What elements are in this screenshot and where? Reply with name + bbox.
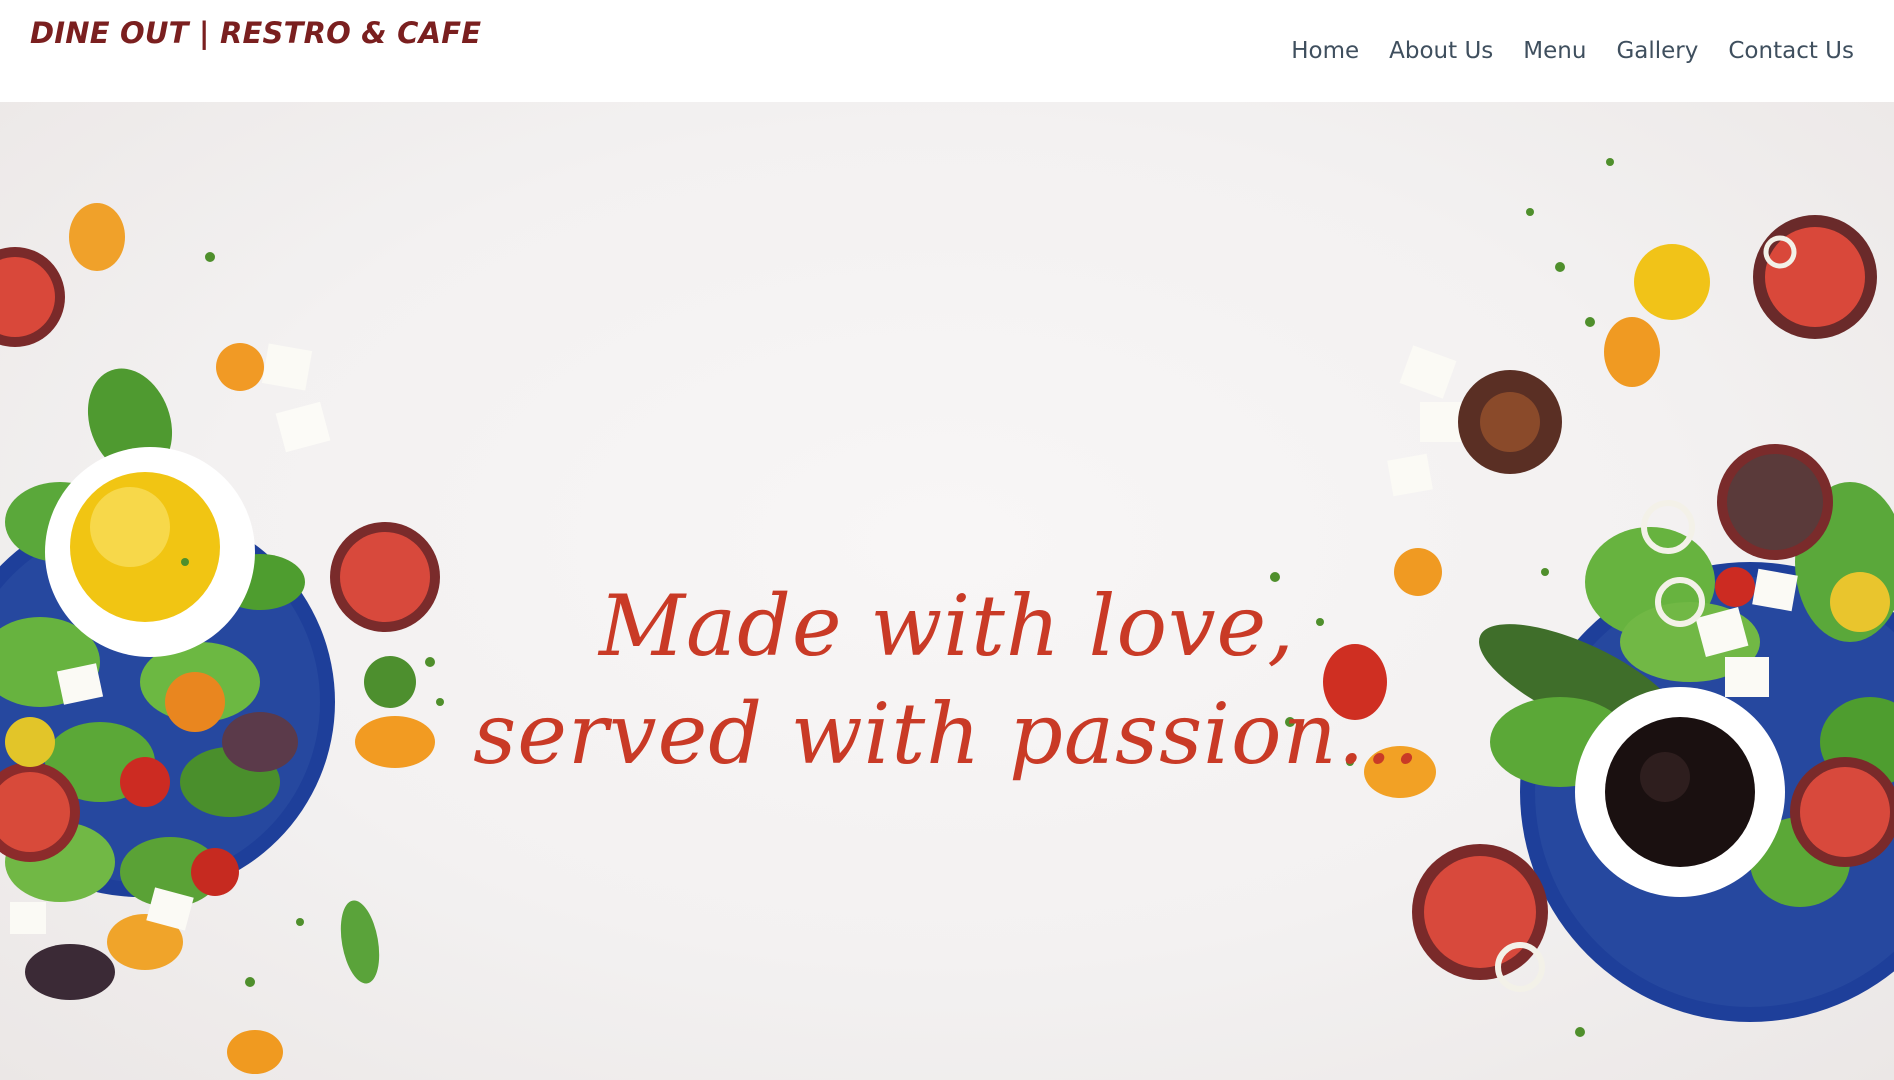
hero-banner: Made with love, served with passion...: [0, 102, 1894, 1080]
nav-home[interactable]: Home: [1291, 38, 1359, 64]
nav-about-us[interactable]: About Us: [1389, 38, 1493, 64]
nav-menu[interactable]: Menu: [1523, 38, 1586, 64]
hero-tagline: Made with love, served with passion...: [0, 572, 1894, 788]
main-nav: Home About Us Menu Gallery Contact Us: [1291, 38, 1854, 64]
site-header: DINE OUT | RESTRO & CAFE Home About Us M…: [0, 0, 1894, 102]
brand-logo[interactable]: DINE OUT | RESTRO & CAFE: [30, 16, 481, 50]
nav-gallery[interactable]: Gallery: [1616, 38, 1698, 64]
nav-contact-us[interactable]: Contact Us: [1728, 38, 1854, 64]
tagline-line-1: Made with love,: [599, 577, 1295, 675]
tagline-line-2: served with passion...: [473, 685, 1421, 783]
